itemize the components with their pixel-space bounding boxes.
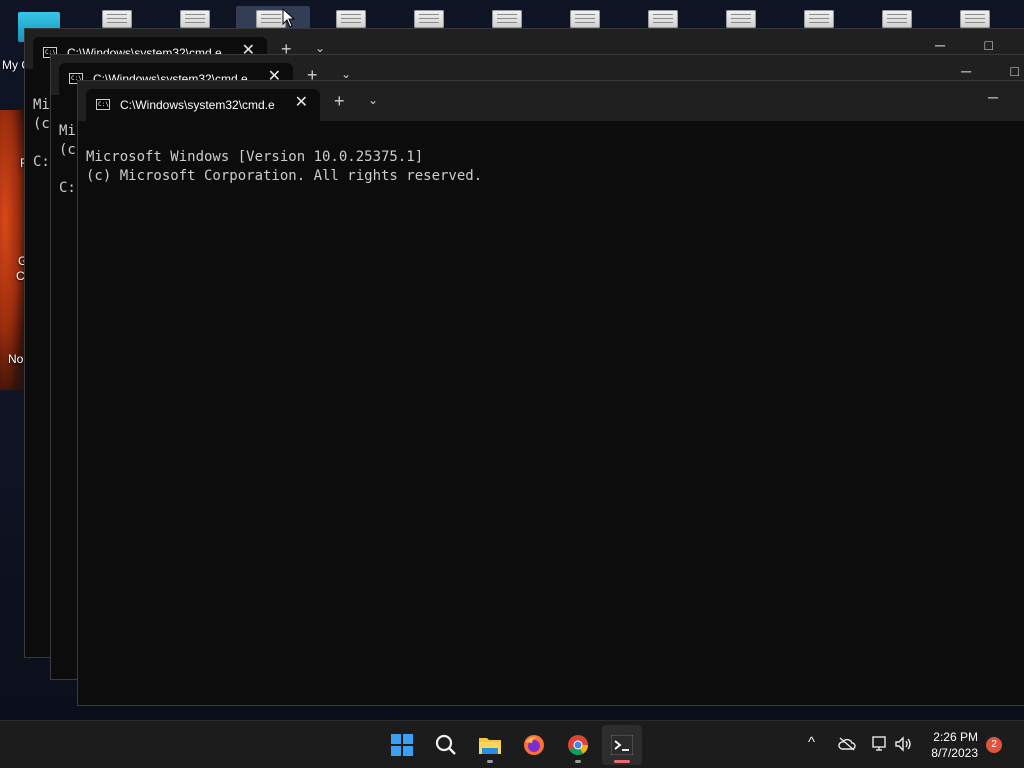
terminal-output[interactable]: Microsoft Windows [Version 10.0.25375.1]… (86, 129, 1024, 705)
desktop-file-icon[interactable] (100, 8, 134, 28)
terminal-line: Microsoft Windows [Version 10.0.25375.1] (86, 149, 424, 165)
tray-overflow-chevron-icon[interactable]: ^ (808, 734, 815, 751)
desktop-file-icon[interactable] (568, 8, 602, 28)
new-tab-button[interactable]: + (334, 91, 345, 112)
firefox-button[interactable] (514, 725, 554, 765)
terminal-button[interactable] (602, 725, 642, 765)
active-indicator (614, 760, 630, 763)
system-clock[interactable]: 2:26 PM 8/7/2023 (931, 729, 978, 761)
maximize-button[interactable]: □ (985, 37, 993, 53)
desktop-file-icon[interactable] (490, 8, 524, 28)
cloud-offline-icon[interactable] (838, 737, 856, 751)
file-explorer-button[interactable] (470, 725, 510, 765)
minimize-button[interactable]: ─ (961, 63, 971, 79)
tab-dropdown-button[interactable]: ⌄ (341, 67, 351, 81)
running-indicator (487, 760, 493, 763)
minimize-button[interactable]: ─ (988, 89, 998, 105)
running-indicator (575, 760, 581, 763)
minimize-button[interactable]: ─ (935, 37, 945, 53)
titlebar[interactable]: C:\ C:\Windows\system32\cmd.e ✕ + ⌄ ─ (78, 81, 1024, 121)
mouse-cursor-icon (282, 7, 296, 33)
start-button[interactable] (382, 725, 422, 765)
close-tab-icon[interactable]: ✕ (295, 95, 308, 111)
desktop-file-icon[interactable] (646, 8, 680, 28)
clock-time: 2:26 PM (933, 730, 978, 744)
wallpaper-art (0, 110, 26, 390)
cmd-icon: C:\ (96, 99, 110, 110)
desktop-file-icon[interactable] (334, 8, 368, 28)
file-explorer-icon (479, 738, 501, 754)
desktop-file-icon[interactable] (412, 8, 446, 28)
desktop-file-icon[interactable] (724, 8, 758, 28)
chrome-icon (568, 735, 589, 756)
terminal-line: (c) Microsoft Corporation. All rights re… (86, 168, 483, 184)
notification-badge[interactable]: 2 (986, 737, 1002, 753)
search-button[interactable] (426, 725, 466, 765)
tab-dropdown-button[interactable]: ⌄ (315, 41, 325, 55)
network-icon[interactable] (870, 735, 888, 753)
taskbar: ^ 2:26 PM 8/7/2023 2 (0, 720, 1024, 768)
desktop-file-icon[interactable] (802, 8, 836, 28)
desktop-file-icon[interactable] (880, 8, 914, 28)
terminal-icon (611, 735, 633, 755)
tab-cmd-active[interactable]: C:\ C:\Windows\system32\cmd.e ✕ (86, 89, 320, 121)
maximize-button[interactable]: □ (1011, 63, 1019, 79)
start-icon (391, 734, 413, 756)
chrome-button[interactable] (558, 725, 598, 765)
firefox-icon (524, 735, 544, 755)
search-icon (435, 734, 456, 755)
terminal-window-front[interactable]: C:\ C:\Windows\system32\cmd.e ✕ + ⌄ ─ Mi… (77, 80, 1024, 706)
desktop-label-no: No (8, 352, 24, 366)
tab-dropdown-button[interactable]: ⌄ (368, 93, 378, 107)
desktop-file-icon[interactable] (958, 8, 992, 28)
tab-title: C:\Windows\system32\cmd.e (120, 98, 275, 112)
clock-date: 8/7/2023 (931, 746, 978, 760)
desktop-file-icon[interactable] (178, 8, 212, 28)
volume-icon[interactable] (894, 735, 912, 753)
